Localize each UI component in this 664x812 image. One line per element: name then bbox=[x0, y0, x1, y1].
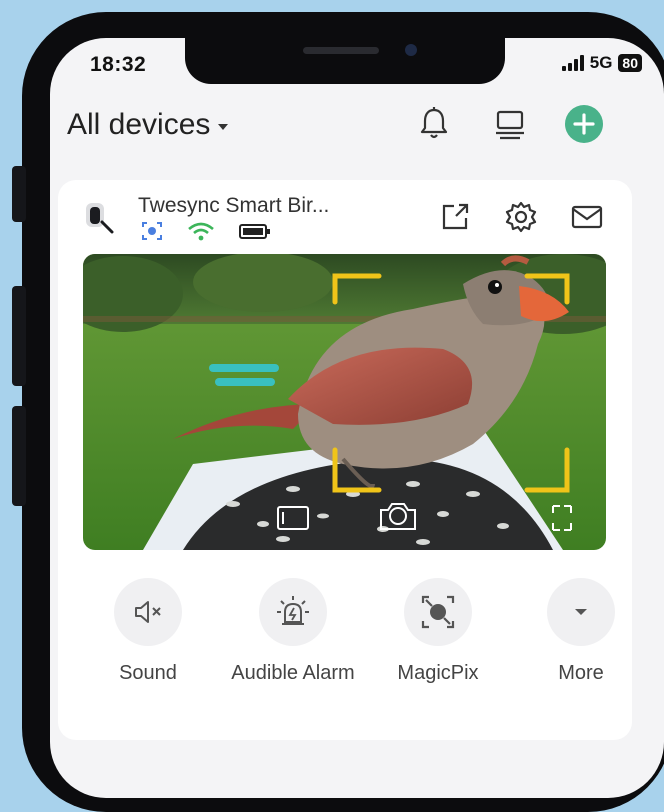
magicpix-button-circle bbox=[404, 578, 472, 646]
more-button-circle bbox=[547, 578, 615, 646]
device-card: Twesync Smart Bir... Sound Audible Alarm… bbox=[58, 180, 632, 740]
phone-side-button bbox=[12, 166, 26, 222]
network-type: 5G bbox=[589, 53, 613, 72]
audible-alarm-label: Audible Alarm bbox=[231, 662, 355, 684]
device-group-selector[interactable]: All devices bbox=[67, 108, 229, 142]
chevron-down-icon bbox=[218, 124, 229, 130]
bird-feeder-thumbnail bbox=[86, 203, 114, 234]
front-camera bbox=[405, 44, 417, 56]
speaker-muted-icon bbox=[135, 601, 161, 623]
device-status-icons bbox=[140, 220, 272, 242]
mail-icon[interactable] bbox=[570, 200, 604, 234]
sound-button[interactable]: Sound bbox=[78, 578, 218, 685]
wifi-icon bbox=[188, 222, 214, 241]
sound-label: Sound bbox=[119, 662, 177, 684]
signal-icon bbox=[561, 55, 584, 71]
alarm-siren-icon bbox=[277, 596, 309, 625]
more-button[interactable]: More bbox=[511, 578, 651, 685]
device-name[interactable]: Twesync Smart Bir... bbox=[138, 194, 329, 218]
notch-speaker bbox=[303, 47, 379, 54]
status-time: 18:32 bbox=[90, 53, 147, 76]
live-video-feed[interactable] bbox=[83, 254, 606, 550]
phone-notch bbox=[185, 38, 505, 84]
gear-icon[interactable] bbox=[504, 200, 538, 234]
app-header: All devices bbox=[50, 94, 664, 154]
magicpix-icon bbox=[421, 595, 455, 629]
share-icon[interactable] bbox=[438, 200, 472, 234]
magicpix-button[interactable]: MagicPix bbox=[368, 578, 508, 685]
add-device-button[interactable] bbox=[564, 104, 604, 144]
sound-button-circle bbox=[114, 578, 182, 646]
more-label: More bbox=[558, 662, 604, 684]
status-indicators: 5G 80 bbox=[561, 53, 642, 73]
battery-icon bbox=[239, 224, 270, 239]
page-title: All devices bbox=[67, 108, 211, 141]
bird-camera-image bbox=[83, 254, 606, 550]
device-list-icon[interactable] bbox=[490, 104, 530, 144]
battery-level: 80 bbox=[618, 54, 642, 72]
quick-controls: Sound Audible Alarm MagicPix More bbox=[58, 578, 632, 698]
caret-down-icon bbox=[575, 609, 587, 615]
phone-side-button bbox=[12, 406, 26, 506]
magicpix-label: MagicPix bbox=[397, 662, 479, 684]
alarm-button-circle bbox=[259, 578, 327, 646]
phone-side-button bbox=[12, 286, 26, 386]
bell-icon[interactable] bbox=[414, 104, 454, 144]
app-screen: 18:32 5G 80 All devices Twesync Smart Bi… bbox=[50, 38, 664, 798]
ai-detection-icon bbox=[142, 222, 162, 240]
audible-alarm-button[interactable]: Audible Alarm bbox=[223, 578, 363, 685]
